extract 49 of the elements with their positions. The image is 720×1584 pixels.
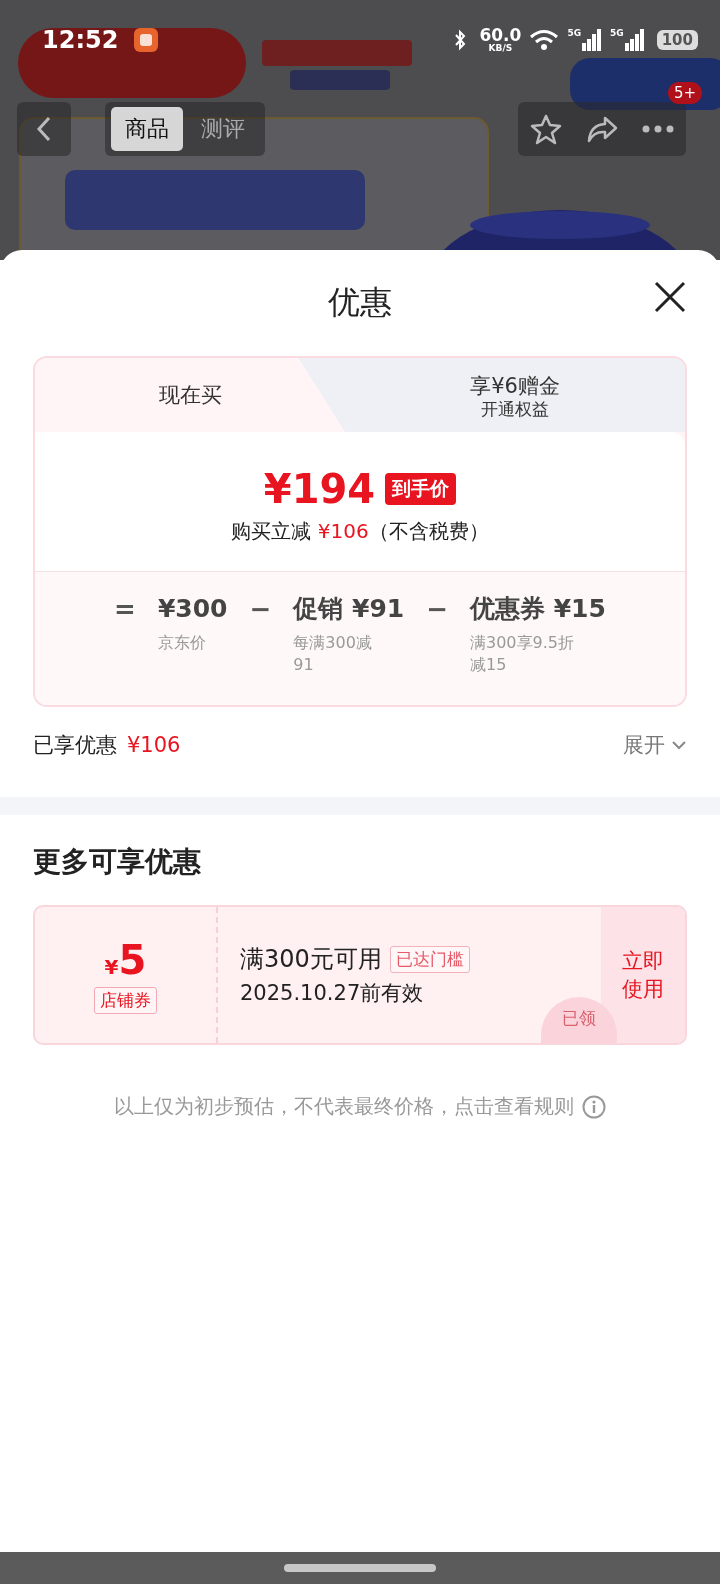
signal-icon bbox=[582, 29, 603, 51]
price-tag: 到手价 bbox=[385, 473, 457, 505]
app-icon bbox=[134, 28, 159, 52]
expand-button[interactable]: 展开 bbox=[623, 731, 687, 760]
final-price: ¥194 bbox=[263, 466, 376, 512]
bluetooth-icon bbox=[453, 29, 468, 51]
info-icon[interactable] bbox=[582, 1094, 606, 1119]
saving-text: 购买立减 ¥106（不含税费） bbox=[231, 518, 489, 545]
speed-unit: KB/S bbox=[488, 44, 513, 53]
share-icon bbox=[586, 115, 618, 143]
coupon-value: ¥5 bbox=[104, 936, 147, 983]
coupon-condition: 满300元可用 bbox=[240, 944, 382, 976]
price-note: 京东价 bbox=[157, 632, 207, 654]
price-note: 满300享9.5折 减15 bbox=[470, 632, 575, 676]
price-note: 每满300减 91 bbox=[293, 632, 373, 676]
sheet-title: 优惠 bbox=[328, 282, 392, 323]
mode-tab[interactable]: 享¥6赠金 开通权益 bbox=[345, 358, 685, 432]
price-amount: 促销 ¥91 bbox=[293, 593, 405, 625]
disclaimer-text: 以上仅为初步预估，不代表最终价格，点击查看规则 bbox=[114, 1093, 574, 1121]
signal-icon bbox=[624, 29, 645, 51]
use-button[interactable]: 立即使用 bbox=[601, 907, 685, 1044]
back-icon bbox=[36, 115, 52, 143]
wifi-icon bbox=[529, 29, 560, 51]
mode-tab[interactable]: 现在买 bbox=[35, 358, 345, 432]
discount-amount: ¥106 bbox=[127, 733, 181, 758]
price-amount: ¥300 bbox=[157, 593, 228, 625]
more-icon bbox=[642, 125, 674, 133]
network-speed: 60.0 bbox=[479, 27, 522, 44]
tab[interactable]: 商品 bbox=[111, 107, 183, 151]
star-icon bbox=[530, 113, 562, 145]
coupon-type: 店铺券 bbox=[94, 986, 157, 1014]
back-button[interactable] bbox=[17, 102, 71, 156]
clock: 12:52 bbox=[42, 26, 119, 54]
chevron-down-icon bbox=[671, 740, 687, 751]
network-type: 5G bbox=[610, 29, 624, 38]
close-button[interactable] bbox=[653, 280, 687, 314]
network-type: 5G bbox=[567, 29, 582, 38]
operator: − bbox=[426, 593, 448, 626]
section-title: 更多可享优惠 bbox=[33, 844, 202, 881]
operator: = bbox=[114, 593, 136, 626]
price-amount: 优惠券 ¥15 bbox=[470, 593, 606, 625]
close-icon bbox=[653, 280, 687, 314]
tab[interactable]: 测评 bbox=[187, 107, 259, 151]
battery-icon: 100 bbox=[656, 30, 698, 50]
status-tag: 已达门槛 bbox=[389, 945, 470, 973]
discount-label: 已享优惠 bbox=[33, 732, 117, 760]
claimed-stamp: 已领 bbox=[541, 997, 617, 1044]
operator: − bbox=[249, 593, 272, 626]
coupon-validity: 2025.10.27前有效 bbox=[240, 980, 425, 1008]
